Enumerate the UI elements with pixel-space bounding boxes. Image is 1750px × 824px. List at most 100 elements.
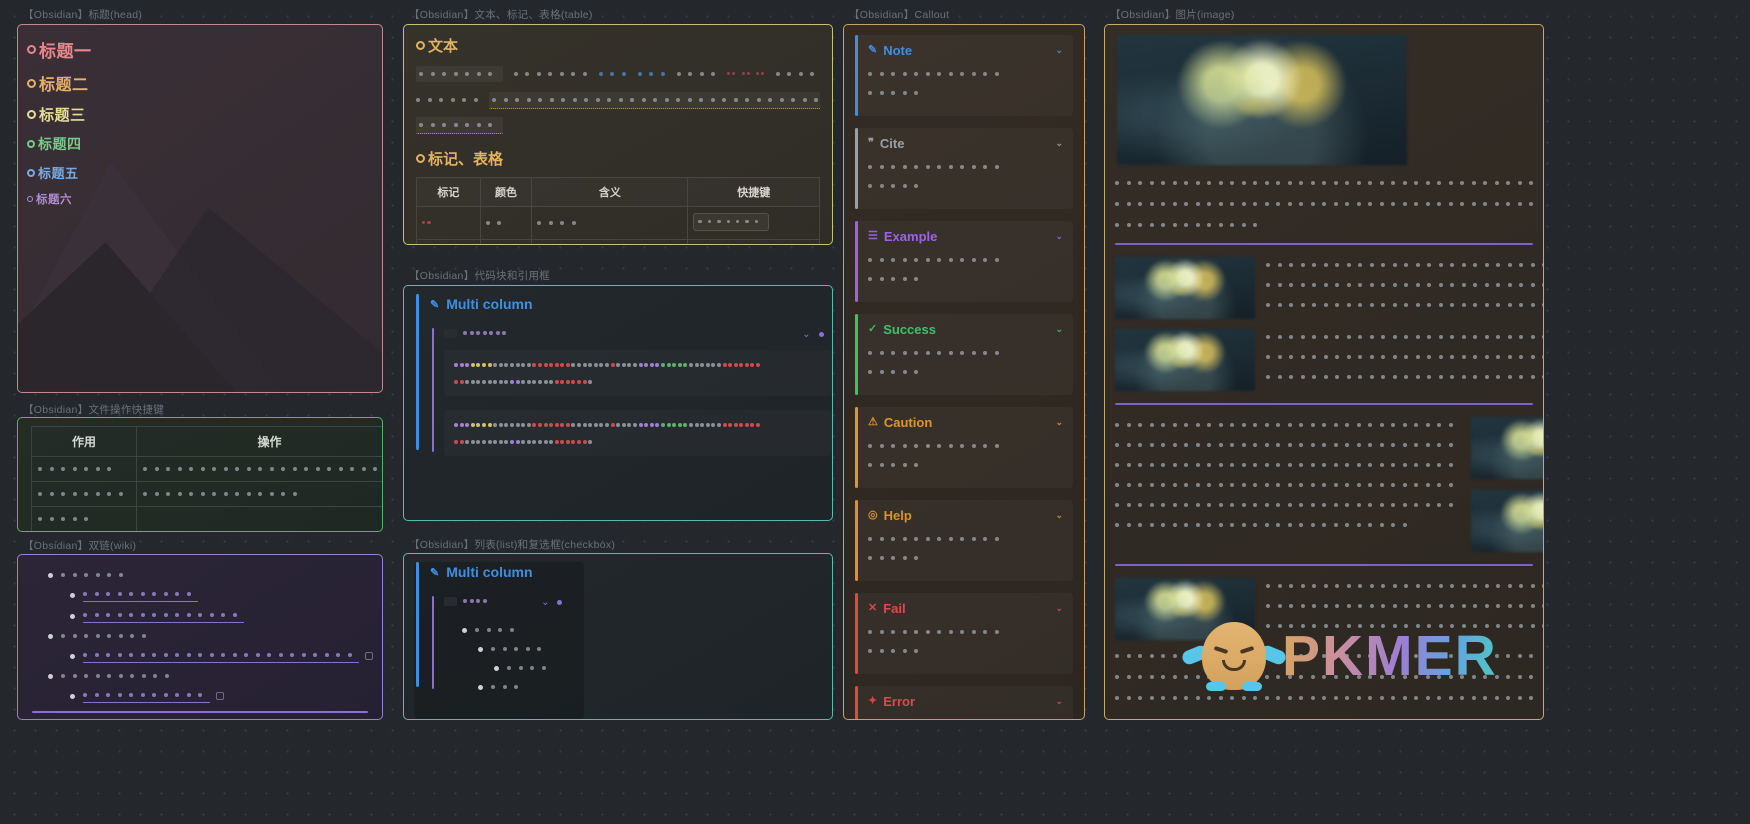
chevron-down-icon[interactable]: ⌄ [1055,696,1063,707]
callout-fail[interactable]: ✕ Fail ⌄ [855,593,1073,674]
node-images[interactable] [1104,24,1544,720]
chevron-down-icon[interactable]: ⌄ [1055,138,1063,149]
callout-title: Caution [883,415,933,430]
list-item[interactable] [70,689,382,703]
callout-help[interactable]: ◎ Help ⌄ [855,500,1073,581]
code-line [454,376,822,387]
wiki-link[interactable] [83,588,198,602]
callout-text-line [868,254,1063,266]
cell-effect [31,481,137,507]
list-item[interactable] [478,681,562,693]
callout-error[interactable]: ✦ Error ⌄ [855,686,1073,719]
wiki-link[interactable] [83,689,210,703]
node-list-checkbox[interactable]: ✎ Multi column ⌄ [403,553,833,720]
multicolumn-callout[interactable]: ✎ Multi column ⌄ [404,286,832,456]
callout-text-line [868,626,1063,638]
heading-row-1: 标题一 [27,37,382,62]
list-bullet-icon [48,633,53,639]
pencil-icon: ✎ [430,298,440,311]
callout-caution[interactable]: ⚠ Caution ⌄ [855,407,1073,488]
callout-success[interactable]: ✓ Success ⌄ [855,314,1073,395]
callout-header[interactable]: ◎ Help ⌄ [868,508,1063,523]
list-item[interactable] [494,662,562,674]
chevron-down-icon[interactable]: ⌄ [1055,324,1063,335]
callout-body [868,68,1063,99]
list-item[interactable] [70,609,382,623]
image-embed[interactable] [1115,329,1255,391]
callout-header[interactable]: ✎ Note ⌄ [868,43,1063,58]
callout-text-line [868,533,1063,545]
callout-example[interactable]: ☰ Example ⌄ [855,221,1073,302]
callout-header[interactable]: ✎ Multi column [416,296,832,312]
paragraph-line [416,92,820,109]
horizontal-rule [32,711,368,713]
chevron-down-icon[interactable]: ⌄ [1055,603,1063,614]
chevron-down-icon[interactable]: ⌄ [802,329,810,340]
code-block[interactable] [444,350,832,396]
image-embed[interactable] [1117,35,1407,165]
chevron-down-icon[interactable]: ⌄ [1055,510,1063,521]
callout-text-line [868,366,1063,378]
section-heading-marks: 标记、表格 [416,148,820,169]
file-icon [444,596,457,606]
image-embed[interactable] [1471,417,1543,479]
node-file-shortcuts[interactable]: 作用 操作 [17,417,383,532]
chevron-down-icon[interactable]: ⌄ [541,597,549,608]
node-headings[interactable]: 标题一 标题二 标题三 标题四 标题五 标题六 [17,24,383,393]
file-ref-line[interactable]: ⌄ [444,324,832,342]
heading-bullet-icon [416,154,425,163]
chevron-down-icon[interactable]: ⌄ [1055,45,1063,56]
cell-hotkey [687,206,820,240]
embed-badge-icon[interactable] [365,652,373,660]
collapse-controls[interactable]: ⌄ [541,592,562,610]
list-item[interactable] [48,670,382,682]
callout-note[interactable]: ✎ Note ⌄ [855,35,1073,116]
wiki-link[interactable] [83,609,244,623]
callout-text-line [868,161,1063,173]
chevron-down-icon[interactable]: ⌄ [1055,417,1063,428]
dot-indicator-icon [557,600,562,605]
callout-header[interactable]: ✎ Multi column [416,564,832,580]
callout-header[interactable]: ☰ Example ⌄ [868,229,1063,244]
multicolumn-callout[interactable]: ✎ Multi column ⌄ [404,554,832,693]
caption-block [1115,177,1533,231]
list-item[interactable] [478,643,562,655]
callout-cite[interactable]: ❞ Cite ⌄ [855,128,1073,209]
image-embed[interactable] [1471,490,1543,552]
table-row [416,206,820,240]
callout-header[interactable]: ✕ Fail ⌄ [868,601,1063,616]
image-embed[interactable] [1115,257,1255,319]
callout-header[interactable]: ✦ Error ⌄ [868,694,1063,709]
node-wiki-links[interactable] [17,554,383,720]
list-item[interactable] [462,624,562,636]
callout-header[interactable]: ⚠ Caution ⌄ [868,415,1063,430]
node-callouts[interactable]: ✎ Note ⌄ ❞ Cite ⌄ ☰ Example ⌄ ✓ Success ⌄ ⚠ Caution ⌄ ◎… [843,24,1085,720]
obsidian-canvas[interactable]: 【Obsidian】标题(head) 【Obsidian】文本、标记、表格(ta… [0,0,1750,824]
wiki-link[interactable] [83,649,359,663]
callout-list: ✎ Note ⌄ ❞ Cite ⌄ ☰ Example ⌄ ✓ Success ⌄ ⚠ Caution ⌄ ◎… [844,25,1084,719]
chevron-down-icon[interactable]: ⌄ [1055,231,1063,242]
file-icon [444,328,457,338]
heading-bullet-icon [27,78,36,88]
list-bullet-icon [48,673,53,679]
cell-operation [136,481,382,507]
node-text-table[interactable]: 文本 标记、表格 标记 颜色 含义 快捷键 [403,24,833,245]
heading-bullet-icon [27,140,35,148]
node-code-quote[interactable]: ✎ Multi column ⌄ [403,285,833,521]
embed-badge-icon[interactable] [215,692,224,700]
callout-header[interactable]: ❞ Cite ⌄ [868,136,1063,151]
callout-text-line [868,68,1063,80]
code-block[interactable] [444,410,832,456]
callout-header[interactable]: ✓ Success ⌄ [868,322,1063,337]
list-bullet-icon [70,693,75,699]
paragraph-line [416,117,820,134]
file-ref-line[interactable]: ⌄ [444,592,562,610]
list-item[interactable] [48,630,382,642]
list-item[interactable] [70,588,382,602]
cell-operation [136,506,382,531]
collapse-controls[interactable]: ⌄ [802,324,824,342]
list-item[interactable] [48,569,382,581]
image-text-row [1115,329,1543,391]
group-label-table: 【Obsidian】文本、标记、表格(table) [409,9,593,21]
list-item[interactable] [70,649,382,663]
